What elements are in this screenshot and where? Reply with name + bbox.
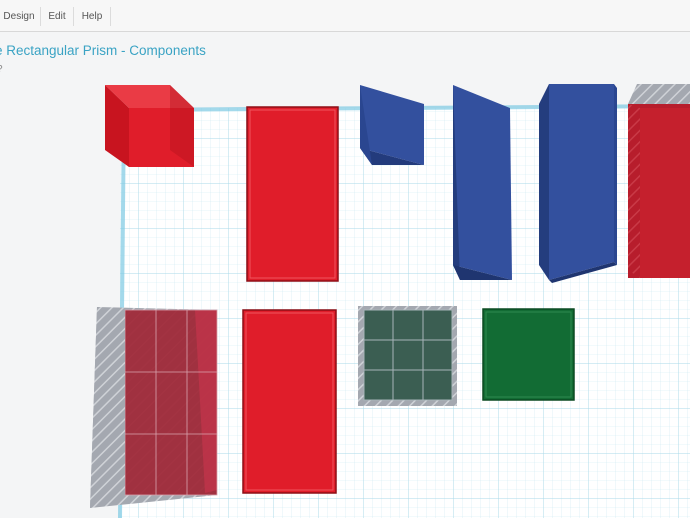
red-tall-box[interactable] [246,106,339,282]
red-box-edge-with-hole-cap[interactable] [628,84,690,278]
red-cube[interactable] [105,85,194,167]
blue-wedge-tall[interactable] [453,85,512,280]
blue-box-tall[interactable] [539,84,617,283]
green-square[interactable] [482,308,575,401]
menu-help[interactable]: Help [74,0,110,31]
workplane-canvas[interactable] [0,0,690,518]
menu-edit[interactable]: Edit [41,0,73,31]
blue-wedge-small[interactable] [360,85,424,165]
red-box-with-hole-overlay[interactable] [90,307,218,508]
menu-bar: Design Edit Help [0,0,690,32]
menu-separator [110,7,111,26]
green-square-with-hole-grid[interactable] [358,306,457,406]
menu-design[interactable]: Design [0,0,38,31]
design-title[interactable]: le Rectangular Prism - Components [0,43,206,58]
red-flat-box[interactable] [242,309,337,494]
design-subtitle: ? [0,64,3,75]
